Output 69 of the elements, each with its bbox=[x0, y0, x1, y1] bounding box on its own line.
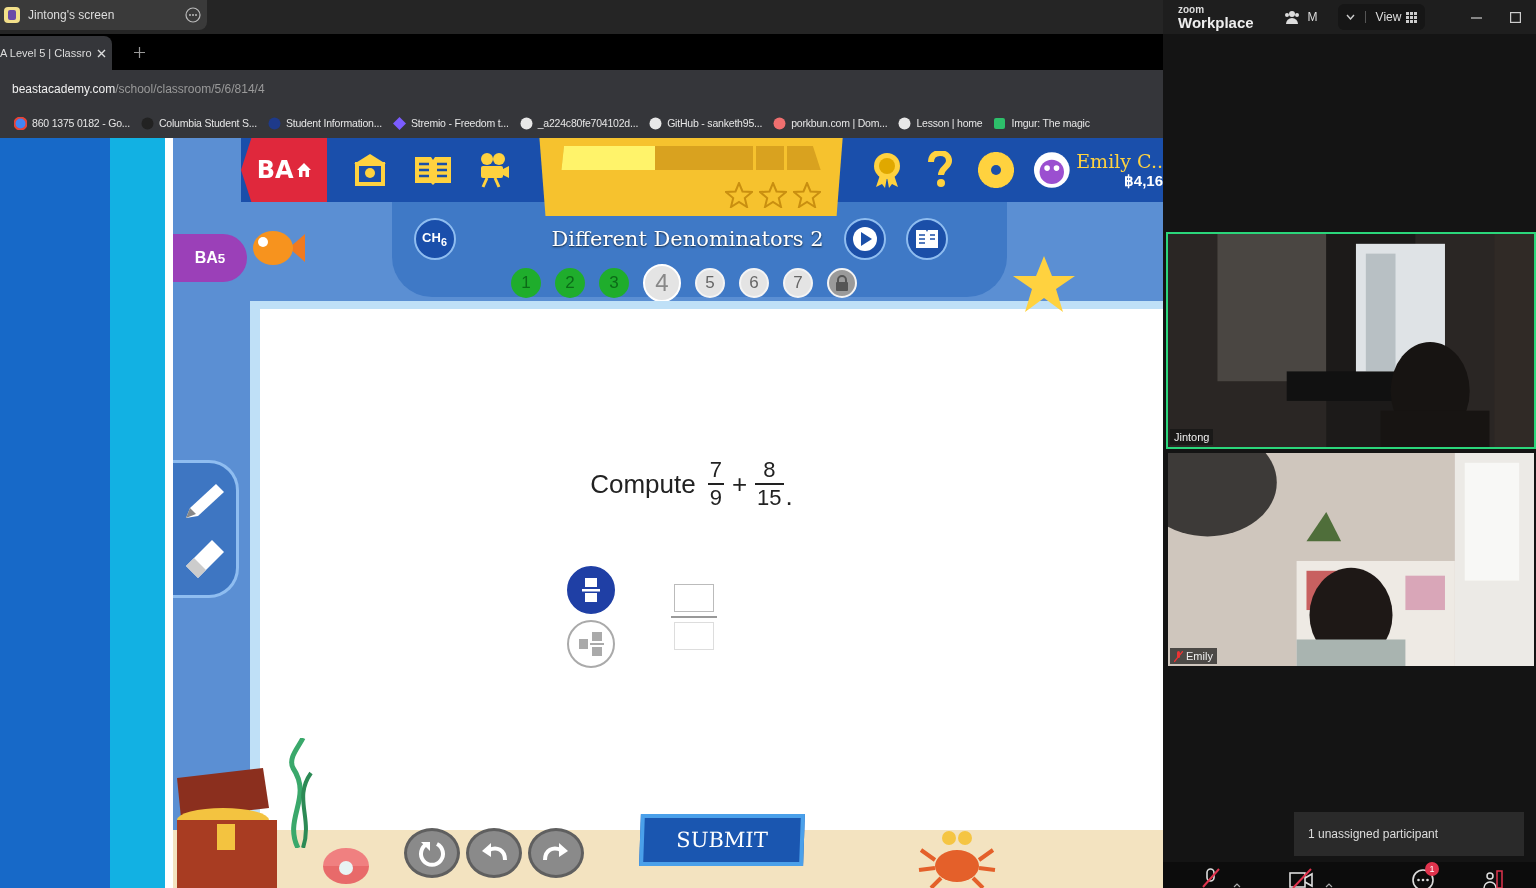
star-icon bbox=[724, 182, 753, 208]
caret-icon[interactable] bbox=[1233, 883, 1241, 888]
video-off-icon[interactable] bbox=[1289, 868, 1313, 888]
bookmark[interactable]: 860 1375 0182 - Go... bbox=[14, 116, 130, 130]
participant-name: Emily bbox=[1170, 648, 1217, 664]
bookmark-icon bbox=[649, 116, 663, 130]
participant-name: Jintong bbox=[1170, 429, 1214, 445]
bookmark[interactable]: GitHub - sanketh95... bbox=[649, 116, 763, 130]
browser-tab[interactable]: A Level 5 | Classro bbox=[0, 36, 112, 70]
bookmark-icon bbox=[267, 116, 281, 130]
grid-icon bbox=[1406, 11, 1418, 23]
numerator-field[interactable] bbox=[673, 583, 714, 612]
chat-icon[interactable] bbox=[1411, 868, 1435, 888]
bookmark-icon bbox=[993, 116, 1007, 130]
lesson-title: Different Denominators 2 bbox=[551, 227, 824, 251]
star-icon bbox=[758, 182, 787, 208]
step-marker[interactable]: 7 bbox=[783, 268, 813, 298]
close-icon[interactable] bbox=[97, 48, 106, 58]
address-bar[interactable]: beastacademy.com/school/classroom/5/6/814/4 bbox=[12, 82, 265, 96]
coin-balance: ฿4,16 bbox=[1123, 172, 1163, 190]
starfish-drawing bbox=[1011, 254, 1077, 314]
bookmark-icon bbox=[519, 116, 533, 130]
step-marker[interactable]: 6 bbox=[739, 268, 769, 298]
bookmark[interactable]: Lesson | home bbox=[898, 116, 983, 130]
new-tab-icon[interactable] bbox=[134, 47, 145, 58]
help-icon[interactable] bbox=[926, 151, 953, 189]
step-marker[interactable] bbox=[827, 268, 857, 298]
bookmark-icon bbox=[14, 116, 27, 130]
caret-icon[interactable] bbox=[1325, 883, 1333, 888]
star-icon bbox=[792, 182, 821, 208]
logo[interactable]: BA bbox=[241, 138, 328, 202]
meeting-label[interactable]: M bbox=[1307, 10, 1330, 24]
bookmark-icon bbox=[392, 116, 406, 130]
tooltip: 1 unassigned participant bbox=[1294, 812, 1524, 856]
video-tile[interactable]: Jintong bbox=[1166, 232, 1536, 449]
play-icon[interactable] bbox=[843, 218, 886, 260]
lock-icon bbox=[835, 275, 849, 291]
book-icon[interactable] bbox=[905, 218, 948, 260]
app-name: Workplace bbox=[1178, 14, 1254, 30]
denominator-field[interactable] bbox=[673, 621, 714, 650]
caret-icon[interactable] bbox=[1345, 14, 1355, 20]
avatar-icon[interactable] bbox=[1032, 150, 1071, 190]
people-icon[interactable] bbox=[1283, 10, 1300, 24]
share-title: Jintong's screen bbox=[28, 8, 116, 22]
bookmark[interactable]: Stremio - Freedom t... bbox=[392, 116, 509, 130]
more-icon[interactable] bbox=[185, 7, 201, 23]
person-door-icon[interactable] bbox=[1483, 868, 1503, 888]
bookmark[interactable]: Student Information... bbox=[267, 116, 382, 130]
muted-mic-icon[interactable] bbox=[1201, 868, 1221, 888]
bookmark-icon bbox=[898, 116, 912, 130]
chapter-button[interactable]: CH$_{6}$ bbox=[413, 218, 456, 260]
bookmark-icon bbox=[773, 116, 787, 130]
video-tile[interactable]: Emily bbox=[1166, 451, 1536, 668]
muted-mic-icon bbox=[1174, 650, 1183, 662]
bookmark-icon bbox=[140, 116, 154, 130]
maximize-icon[interactable] bbox=[1510, 11, 1522, 23]
bookmark[interactable]: Columbia Student S... bbox=[140, 116, 257, 130]
submit-button[interactable]: SUBMIT bbox=[639, 814, 805, 866]
step-marker[interactable]: 5 bbox=[695, 268, 725, 298]
bookmark[interactable]: _a224c80fe704102d... bbox=[519, 116, 639, 130]
brand-caption: zoom bbox=[1178, 4, 1206, 15]
bookmark[interactable]: Imgur: The magic bbox=[993, 116, 1090, 130]
user-name: Emily C.. bbox=[1076, 150, 1163, 172]
mixed-number-icon bbox=[577, 630, 604, 657]
notification-badge: 1 bbox=[1425, 862, 1439, 876]
bookmark[interactable]: porkbun.com | Dom... bbox=[773, 116, 888, 130]
clam-drawing bbox=[321, 846, 371, 886]
fraction-icon bbox=[580, 576, 601, 603]
avatar-icon bbox=[4, 7, 20, 23]
